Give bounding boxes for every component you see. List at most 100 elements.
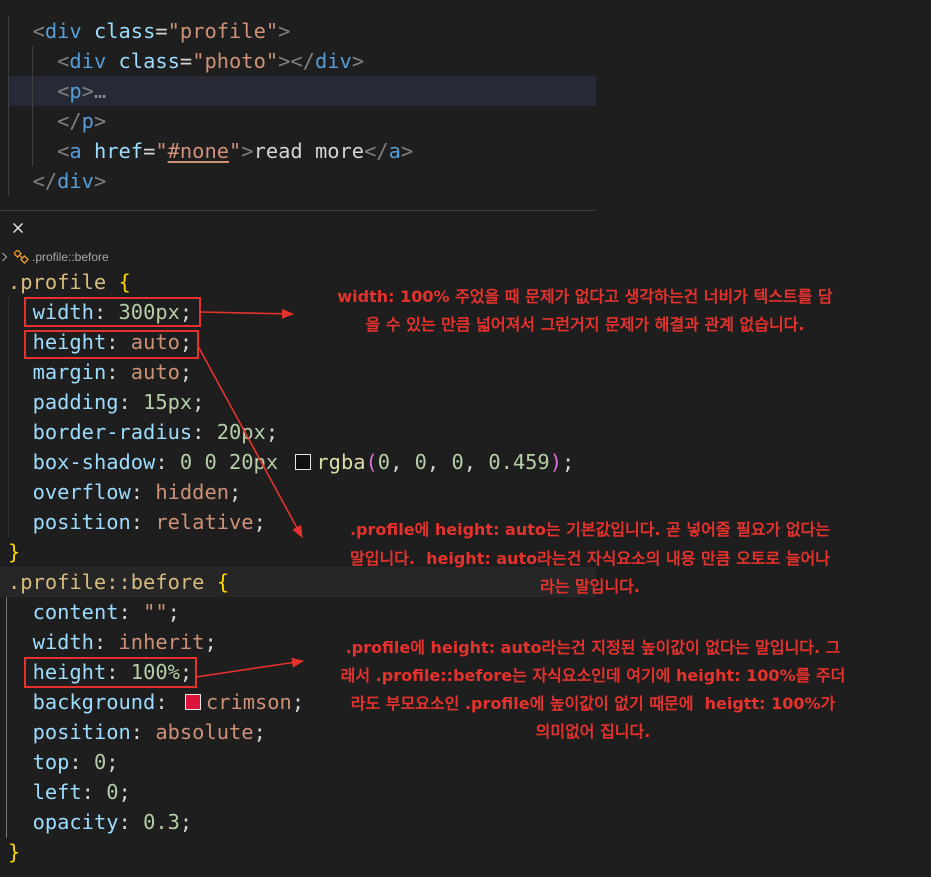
code-token: :: [130, 480, 156, 504]
code-token: 0: [451, 450, 464, 474]
code-token: ": [155, 139, 168, 163]
code-token: :: [130, 510, 156, 534]
color-swatch[interactable]: [184, 694, 201, 710]
code-line[interactable]: overflow: hidden;: [8, 477, 574, 507]
code-token: hidden: [155, 480, 230, 504]
code-token: ;: [167, 600, 180, 624]
code-token: height: [32, 330, 107, 354]
html-code-area[interactable]: <div class="profile"> <div class="photo"…: [8, 16, 414, 196]
code-line[interactable]: <a href="#none">read more</a>: [8, 136, 413, 166]
code-line[interactable]: </div>: [8, 166, 413, 196]
code-token: "photo": [192, 49, 279, 73]
close-button[interactable]: [10, 220, 26, 236]
code-token: =: [155, 19, 168, 43]
code-token: ;: [561, 450, 575, 474]
code-token: =: [143, 139, 156, 163]
code-token: absolute: [155, 720, 254, 744]
code-token: width: [32, 630, 94, 654]
pane-divider: [0, 210, 596, 211]
code-link[interactable]: #none: [168, 139, 229, 163]
symbol-class-icon[interactable]: [14, 250, 29, 264]
code-token: :: [118, 600, 144, 624]
code-token: 0.459: [488, 450, 550, 474]
code-line[interactable]: <div class="photo"></div>: [8, 46, 413, 76]
code-token: {: [118, 270, 131, 294]
code-token: .profile: [8, 270, 107, 294]
code-token: {: [216, 570, 229, 594]
code-token: ,: [426, 450, 452, 474]
code-token: :: [106, 330, 131, 354]
code-token: ;: [179, 660, 193, 684]
code-token: >: [241, 139, 254, 163]
close-icon[interactable]: [13, 223, 23, 233]
code-token: ;: [253, 720, 266, 744]
breadcrumb: .profile::before: [0, 247, 300, 267]
code-token: <: [32, 19, 45, 43]
code-token: margin: [32, 360, 107, 384]
code-line[interactable]: box-shadow: 0 0 20px rgba(0, 0, 0, 0.459…: [8, 447, 575, 477]
code-token: :: [192, 420, 217, 444]
code-line[interactable]: top: 0;: [8, 747, 574, 777]
code-line[interactable]: <div class="profile">: [8, 16, 413, 46]
fold-ellipsis-button[interactable]: …: [94, 79, 106, 103]
code-token: :: [93, 300, 119, 324]
code-token: :: [130, 720, 156, 744]
code-token: (: [365, 450, 378, 474]
color-swatch[interactable]: [295, 454, 312, 470]
code-token: :: [155, 450, 180, 474]
code-token: >: [81, 79, 94, 103]
code-token: 300px: [118, 300, 180, 324]
code-token: ;: [253, 510, 266, 534]
code-token: :: [81, 780, 107, 804]
code-line[interactable]: opacity: 0.3;: [8, 807, 574, 837]
code-token: a: [388, 139, 401, 163]
code-token: >: [351, 49, 365, 73]
code-token: </: [57, 109, 82, 133]
code-line[interactable]: <p>…: [8, 76, 413, 106]
chevron-right-icon[interactable]: [1, 252, 8, 262]
code-token: :: [106, 660, 131, 684]
code-token: div: [69, 49, 107, 73]
code-token: ;: [179, 810, 193, 834]
code-line[interactable]: }: [8, 837, 574, 867]
code-line[interactable]: left: 0;: [8, 777, 574, 807]
code-token: ;: [265, 420, 279, 444]
code-token: 0: [93, 750, 107, 774]
code-token: }: [8, 540, 21, 564]
code-token: div: [57, 169, 94, 193]
code-token: ;: [192, 390, 205, 414]
code-line[interactable]: content: "";: [8, 597, 574, 627]
code-line[interactable]: margin: auto;: [8, 357, 574, 387]
code-line[interactable]: </p>: [8, 106, 413, 136]
breadcrumb-item-label[interactable]: .profile::before: [32, 247, 109, 267]
code-token: }: [8, 840, 21, 864]
code-token: a: [69, 139, 82, 163]
code-token: 0.3: [143, 810, 180, 834]
code-line[interactable]: padding: 15px;: [8, 387, 574, 417]
code-token: width: [32, 300, 94, 324]
code-token: "": [143, 600, 168, 624]
code-token: >: [278, 49, 291, 73]
panel-header: [0, 212, 596, 245]
annotation-line: 말입니다. height: auto라는건 자식요소의 내용 만큼 오토로 늘어…: [350, 548, 830, 568]
code-token: 15px: [143, 390, 193, 414]
code-token: 100%: [130, 660, 180, 684]
code-token: "profile": [167, 19, 279, 43]
code-line[interactable]: border-radius: 20px;: [8, 417, 574, 447]
code-token: :: [93, 630, 119, 654]
code-token: </: [290, 49, 315, 73]
